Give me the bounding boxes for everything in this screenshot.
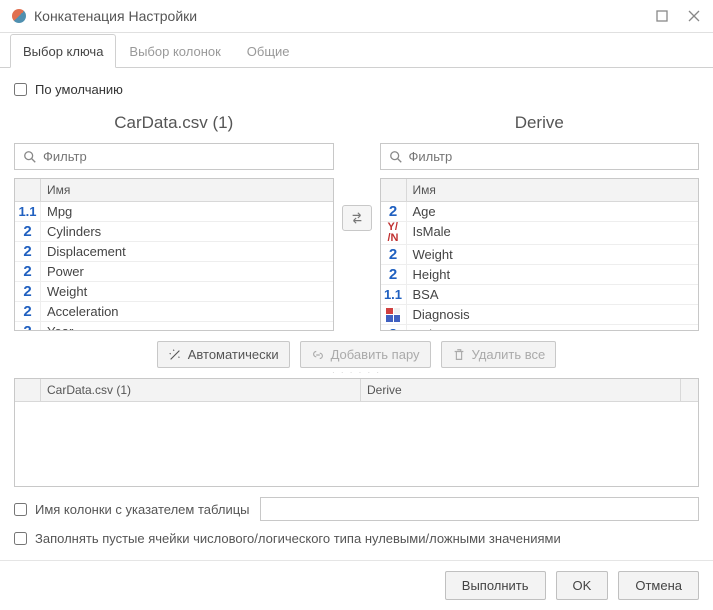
column-name: Cylinders <box>41 222 333 241</box>
column-name: Mpg <box>41 202 333 221</box>
table-row[interactable]: 2Weight <box>15 282 333 302</box>
column-name: Diagnosis <box>407 305 699 324</box>
table-row[interactable]: 2Age <box>381 202 699 222</box>
right-filter[interactable] <box>380 143 700 170</box>
table-row[interactable]: 2Acceleration <box>15 302 333 322</box>
type-icon: 2 <box>381 202 407 221</box>
fill-checkbox-row[interactable]: Заполнять пустые ячейки числового/логиче… <box>14 531 699 546</box>
type-icon: 2 <box>381 325 407 330</box>
search-icon <box>23 150 37 164</box>
type-icon <box>381 305 407 324</box>
right-pane: Derive Имя 2AgeY//NIsMale2Weight2Height1… <box>380 107 700 331</box>
trash-icon <box>452 348 466 362</box>
right-title: Derive <box>380 107 700 143</box>
default-checkbox[interactable] <box>14 83 27 96</box>
right-grid-body[interactable]: 2AgeY//NIsMale2Weight2Height1.1BSADiagno… <box>381 202 699 330</box>
ok-button[interactable]: OK <box>556 571 609 600</box>
column-name: Age <box>407 202 699 221</box>
column-name: Column 1 <box>407 325 699 330</box>
tab-bar: Выбор ключа Выбор колонок Общие <box>0 33 713 68</box>
swap-button[interactable] <box>342 205 372 231</box>
add-pair-button[interactable]: Добавить пару <box>300 341 431 368</box>
type-icon: 2 <box>15 242 41 261</box>
table-row[interactable]: 2Year <box>15 322 333 330</box>
table-row[interactable]: 2Weight <box>381 245 699 265</box>
column-name: Weight <box>41 282 333 301</box>
right-filter-input[interactable] <box>409 149 691 164</box>
left-header-name[interactable]: Имя <box>41 179 333 201</box>
prefix-label: Имя колонки с указателем таблицы <box>35 502 250 517</box>
window-title: Конкатенация Настройки <box>34 8 637 24</box>
column-name: Acceleration <box>41 302 333 321</box>
left-pane: CarData.csv (1) Имя 1.1Mpg2Cylinders2Dis… <box>14 107 334 331</box>
type-icon: 2 <box>15 322 41 330</box>
tab-general[interactable]: Общие <box>234 34 303 68</box>
wand-icon <box>168 348 182 362</box>
type-icon: 1.1 <box>381 285 407 304</box>
auto-button[interactable]: Автоматически <box>157 341 290 368</box>
table-row[interactable]: Diagnosis <box>381 305 699 325</box>
maximize-icon[interactable] <box>655 9 669 23</box>
cancel-button[interactable]: Отмена <box>618 571 699 600</box>
tab-key-select[interactable]: Выбор ключа <box>10 34 116 68</box>
resize-grip-icon[interactable]: · · · · · · <box>14 370 699 376</box>
app-icon <box>12 9 26 23</box>
type-icon: 1.1 <box>15 202 41 221</box>
default-label: По умолчанию <box>35 82 123 97</box>
table-row[interactable]: 1.1Mpg <box>15 202 333 222</box>
left-title: CarData.csv (1) <box>14 107 334 143</box>
right-header-name[interactable]: Имя <box>407 179 699 201</box>
link-icon <box>311 348 325 362</box>
table-row[interactable]: 2Displacement <box>15 242 333 262</box>
type-icon: 2 <box>15 282 41 301</box>
run-button[interactable]: Выполнить <box>445 571 546 600</box>
type-icon: 2 <box>381 265 407 284</box>
column-name: BSA <box>407 285 699 304</box>
pair-grid: CarData.csv (1) Derive <box>14 378 699 487</box>
prefix-input[interactable] <box>260 497 700 521</box>
delete-all-button[interactable]: Удалить все <box>441 341 557 368</box>
fill-checkbox[interactable] <box>14 532 27 545</box>
type-icon: 2 <box>15 222 41 241</box>
left-grid: Имя 1.1Mpg2Cylinders2Displacement2Power2… <box>14 178 334 331</box>
close-icon[interactable] <box>687 9 701 23</box>
type-icon: 2 <box>381 245 407 264</box>
column-name: Power <box>41 262 333 281</box>
table-row[interactable]: 2Power <box>15 262 333 282</box>
tab-column-select[interactable]: Выбор колонок <box>116 34 233 68</box>
left-grid-body[interactable]: 1.1Mpg2Cylinders2Displacement2Power2Weig… <box>15 202 333 330</box>
table-row[interactable]: 1.1BSA <box>381 285 699 305</box>
left-filter-input[interactable] <box>43 149 325 164</box>
prefix-checkbox-row[interactable]: Имя колонки с указателем таблицы <box>14 497 699 521</box>
type-icon: Y//N <box>381 222 407 244</box>
column-name: Height <box>407 265 699 284</box>
search-icon <box>389 150 403 164</box>
column-name: Displacement <box>41 242 333 261</box>
table-row[interactable]: Y//NIsMale <box>381 222 699 245</box>
column-name: Year <box>41 322 333 330</box>
column-name: Weight <box>407 245 699 264</box>
table-row[interactable]: 2Column 1 <box>381 325 699 330</box>
column-name: IsMale <box>407 222 699 244</box>
right-grid: Имя 2AgeY//NIsMale2Weight2Height1.1BSADi… <box>380 178 700 331</box>
prefix-checkbox[interactable] <box>14 503 27 516</box>
type-icon: 2 <box>15 302 41 321</box>
table-row[interactable]: 2Cylinders <box>15 222 333 242</box>
left-filter[interactable] <box>14 143 334 170</box>
table-row[interactable]: 2Height <box>381 265 699 285</box>
pair-grid-body[interactable] <box>15 402 698 486</box>
default-checkbox-row[interactable]: По умолчанию <box>14 82 699 97</box>
type-icon: 2 <box>15 262 41 281</box>
fill-label: Заполнять пустые ячейки числового/логиче… <box>35 531 561 546</box>
pair-header-left[interactable]: CarData.csv (1) <box>41 379 361 401</box>
pair-header-right[interactable]: Derive <box>361 379 680 401</box>
